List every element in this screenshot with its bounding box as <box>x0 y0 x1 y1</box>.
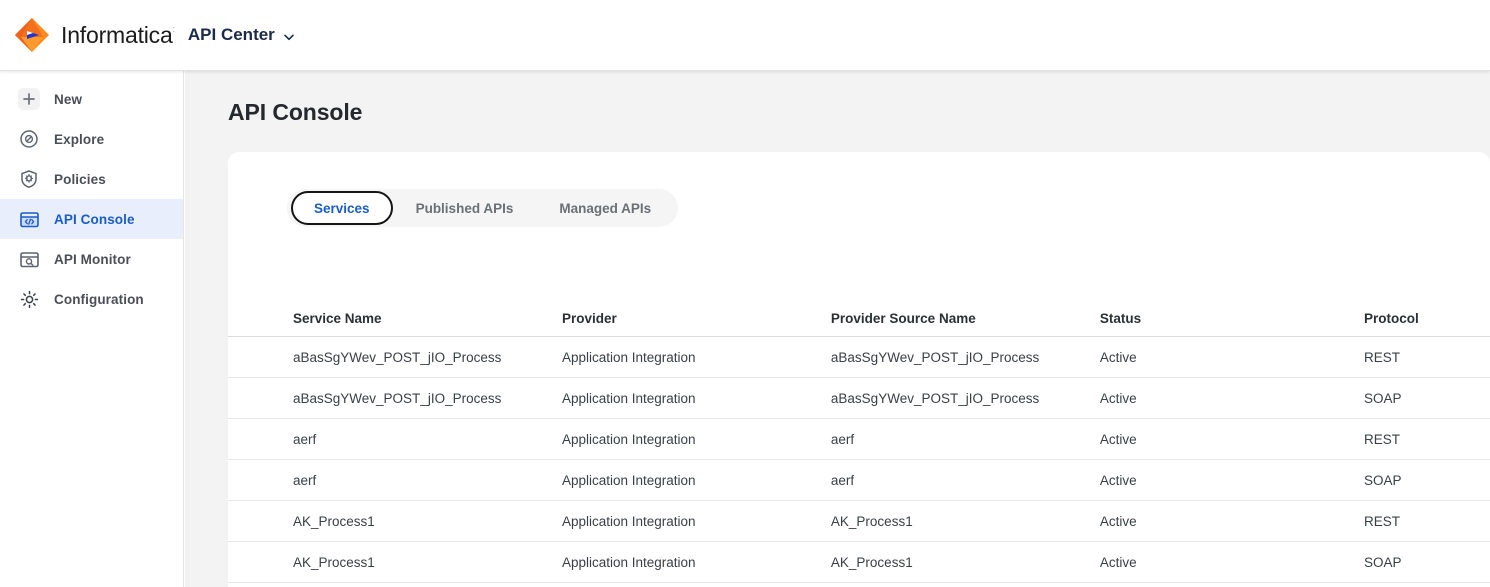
cell-protocol: SOAP <box>1363 390 1402 406</box>
sidebar-item-api-console[interactable]: API Console <box>0 199 183 239</box>
plus-icon-wrap <box>18 88 40 110</box>
sidebar-item-label-explore: Explore <box>54 131 105 147</box>
sidebar-item-explore[interactable]: Explore <box>0 119 183 159</box>
cell-protocol: REST <box>1363 349 1400 365</box>
cell-status: Active <box>1099 349 1137 365</box>
table-row[interactable]: aerf Application Integration aerf Active… <box>228 419 1490 460</box>
cell-status: Active <box>1099 472 1137 488</box>
cell-protocol: SOAP <box>1363 554 1402 570</box>
tab-managed-apis-label: Managed APIs <box>559 200 652 216</box>
cell-provider: Application Integration <box>561 554 696 570</box>
cell-provider: Application Integration <box>561 390 696 406</box>
sidebar-item-label-api-console: API Console <box>54 211 135 227</box>
cell-provider: Application Integration <box>561 349 696 365</box>
sidebar: New Explore Policies API Console API Mon… <box>0 71 184 587</box>
table-header-row: Service Name Provider Provider Source Na… <box>228 300 1490 337</box>
sidebar-item-label-policies: Policies <box>54 171 106 187</box>
plus-icon <box>18 88 40 110</box>
cell-provider-source-name: AK_Process1 <box>830 513 913 529</box>
page-title: API Console <box>228 99 363 125</box>
cell-protocol: REST <box>1363 431 1400 447</box>
top-header-bar: Informaticaː API Center <box>0 0 1490 71</box>
cell-protocol: REST <box>1363 513 1400 529</box>
cell-provider: Application Integration <box>561 472 696 488</box>
code-window-icon <box>18 208 40 230</box>
tab-services[interactable]: Services <box>291 191 393 225</box>
cell-service-name: AK_Process1 <box>293 513 375 529</box>
tab-managed-apis[interactable]: Managed APIs <box>536 191 674 225</box>
cell-service-name: aBasSgYWev_POST_jIO_Process <box>293 349 502 365</box>
column-header-status[interactable]: Status <box>1100 311 1364 326</box>
table-row[interactable]: aBasSgYWev_POST_jIO_Process Application … <box>228 378 1490 419</box>
brand-name: Informaticaː <box>61 22 175 49</box>
sidebar-item-policies[interactable]: Policies <box>0 159 183 199</box>
sidebar-item-label-configuration: Configuration <box>54 291 144 307</box>
sidebar-item-configuration[interactable]: Configuration <box>0 279 183 319</box>
tab-services-label: Services <box>314 200 370 216</box>
cell-provider: Application Integration <box>561 513 696 529</box>
column-header-provider-source-name[interactable]: Provider Source Name <box>831 311 1100 326</box>
tab-published-apis-label: Published APIs <box>415 200 514 216</box>
cell-status: Active <box>1099 390 1137 406</box>
informatica-logo-icon <box>13 16 51 54</box>
brand-name-text: Informatica <box>61 21 173 48</box>
column-header-provider[interactable]: Provider <box>562 311 831 326</box>
cell-provider-source-name: aBasSgYWev_POST_jIO_Process <box>830 349 1040 365</box>
window-search-icon <box>18 248 40 270</box>
tab-bar: Services Published APIs Managed APIs <box>287 189 679 227</box>
table-row[interactable]: AK_Process1 Application Integration AK_P… <box>228 501 1490 542</box>
cell-provider-source-name: aerf <box>830 472 855 488</box>
gear-icon <box>18 288 40 310</box>
tab-published-apis[interactable]: Published APIs <box>393 191 537 225</box>
sidebar-item-new[interactable]: New <box>0 79 183 119</box>
cell-status: Active <box>1099 513 1137 529</box>
cell-provider: Application Integration <box>561 431 696 447</box>
api-console-card: Services Published APIs Managed APIs Ser… <box>228 152 1490 587</box>
brand: Informaticaː <box>13 16 175 54</box>
app-switcher-label: API Center <box>187 25 275 44</box>
cell-status: Active <box>1099 554 1137 570</box>
chevron-down-icon <box>283 30 294 41</box>
table-row[interactable]: aBasSgYWev_POST_jIO_Process Application … <box>228 337 1490 378</box>
sidebar-item-label-new: New <box>54 91 83 107</box>
sidebar-item-api-monitor[interactable]: API Monitor <box>0 239 183 279</box>
cell-service-name: aBasSgYWev_POST_jIO_Process <box>293 390 502 406</box>
compass-icon <box>18 128 40 150</box>
app-switcher[interactable]: API Center <box>188 25 294 45</box>
cell-status: Active <box>1099 431 1137 447</box>
sidebar-item-label-api-monitor: API Monitor <box>54 251 131 267</box>
main-content: API Console Services Published APIs Mana… <box>185 71 1490 587</box>
services-table: Service Name Provider Provider Source Na… <box>228 300 1490 583</box>
table-row[interactable]: AK_Process1 Application Integration AK_P… <box>228 542 1490 583</box>
column-header-service-name[interactable]: Service Name <box>293 311 562 326</box>
cell-protocol: SOAP <box>1363 472 1402 488</box>
column-header-protocol[interactable]: Protocol <box>1364 311 1490 326</box>
cell-service-name: AK_Process1 <box>293 554 375 570</box>
cell-service-name: aerf <box>293 431 317 447</box>
cell-provider-source-name: aBasSgYWev_POST_jIO_Process <box>830 390 1040 406</box>
brand-trademark: ː <box>172 23 176 34</box>
shield-gear-icon <box>18 168 40 190</box>
cell-provider-source-name: AK_Process1 <box>830 554 913 570</box>
cell-service-name: aerf <box>293 472 317 488</box>
cell-provider-source-name: aerf <box>830 431 855 447</box>
table-row[interactable]: aerf Application Integration aerf Active… <box>228 460 1490 501</box>
